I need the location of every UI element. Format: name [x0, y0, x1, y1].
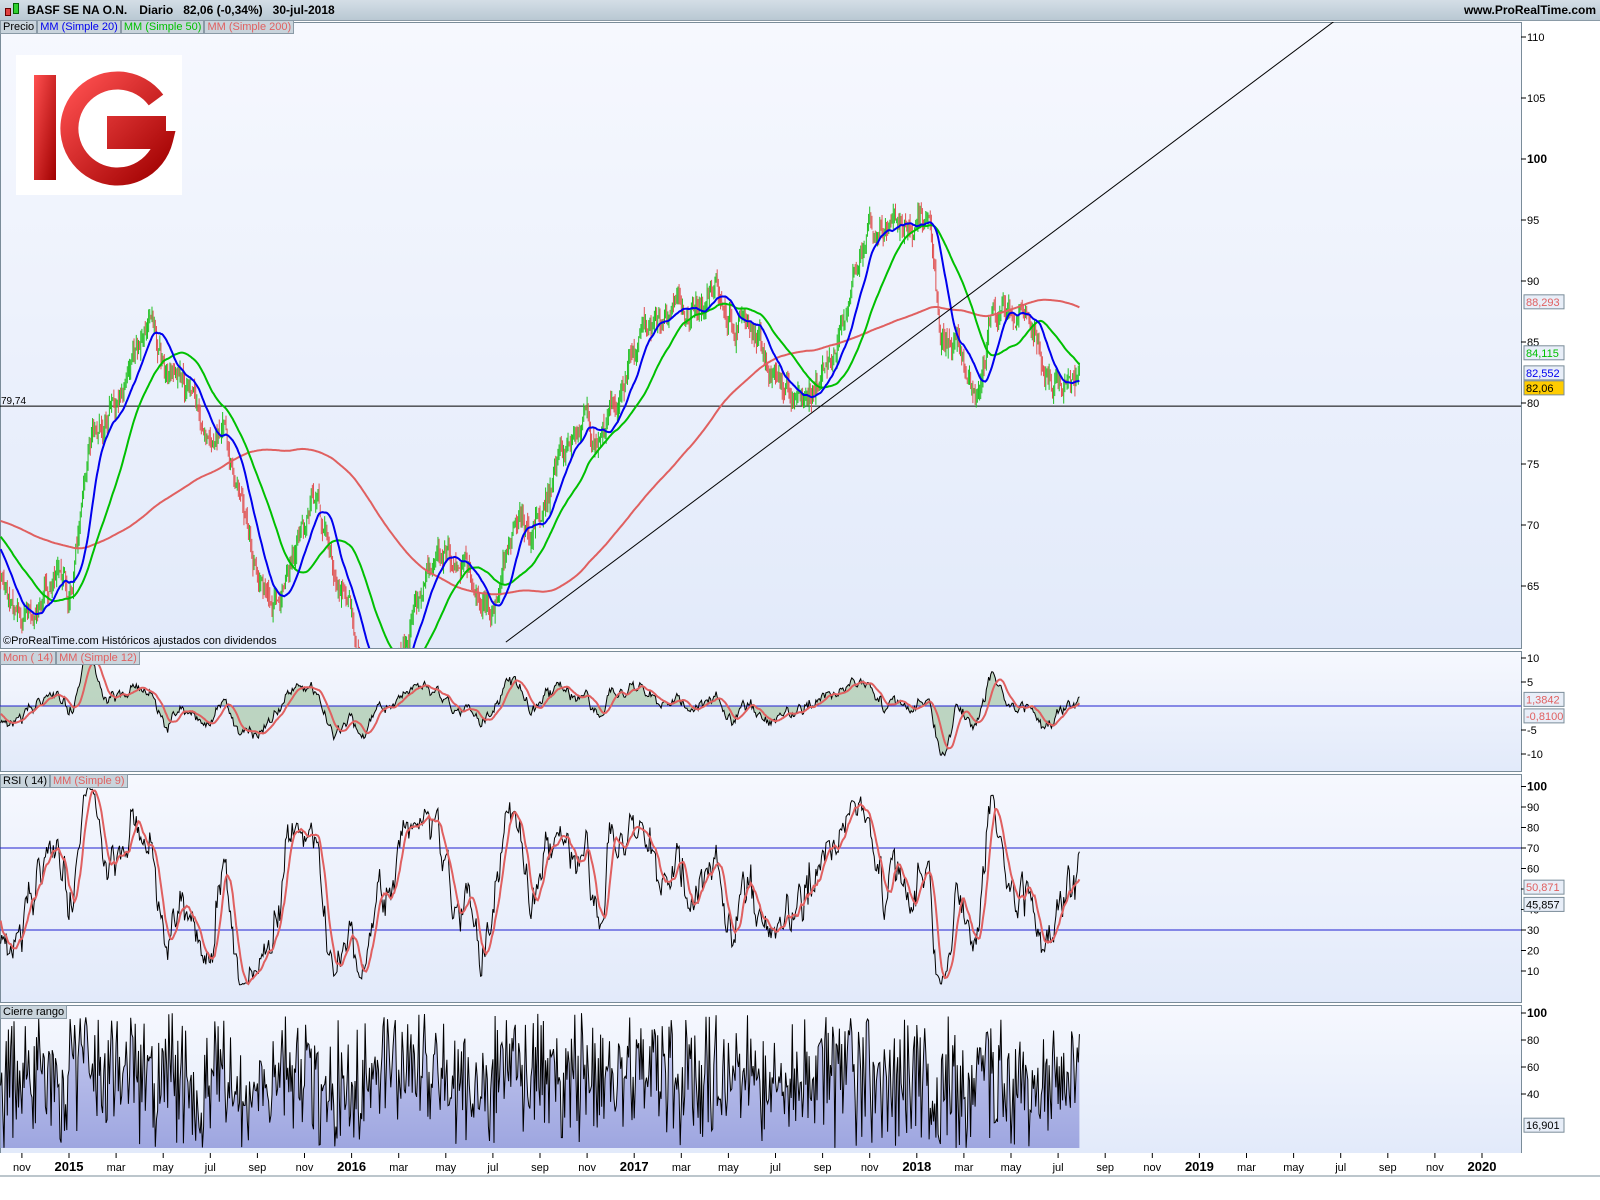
rsi-tick-label: 100 — [1527, 780, 1547, 794]
time-label: sep — [814, 1162, 832, 1174]
rsi-tick-label: 60 — [1527, 864, 1539, 876]
legend-rsi-ma[interactable]: MM (Simple 9) — [50, 774, 128, 788]
legend-ma200[interactable]: MM (Simple 200) — [204, 20, 295, 34]
rsi-tick-label: 70 — [1527, 843, 1539, 855]
time-label: 2020 — [1468, 1159, 1497, 1174]
time-label: may — [153, 1162, 174, 1174]
time-label: mar — [107, 1162, 126, 1174]
rsi-value: 45,857 — [1526, 899, 1560, 911]
price-tick-label: 90 — [1527, 276, 1539, 288]
rsi-legend: RSI ( 14) MM (Simple 9) — [0, 774, 128, 788]
time-label: jul — [486, 1162, 498, 1174]
range-legend: Cierre rango — [0, 1005, 68, 1019]
legend-ma20[interactable]: MM (Simple 20) — [37, 20, 121, 34]
mom-ma-value: -0,8100 — [1526, 711, 1563, 723]
rsi-tick-label: 10 — [1527, 966, 1539, 978]
legend-range[interactable]: Cierre rango — [0, 1005, 68, 1019]
rsi-panel — [0, 774, 1522, 1003]
time-label: 2017 — [620, 1159, 649, 1174]
chart-canvas[interactable]: 79,7411010510095908580757065105-5-101009… — [0, 0, 1600, 1200]
time-label: 2015 — [55, 1159, 84, 1174]
time-label: jul — [769, 1162, 781, 1174]
time-label: jul — [1334, 1162, 1346, 1174]
time-label: mar — [1237, 1162, 1256, 1174]
rsi-tick-label: 20 — [1527, 946, 1539, 958]
time-label: sep — [531, 1162, 549, 1174]
close-value: 82,06 — [1526, 383, 1554, 395]
price-legend: Precio MM (Simple 20) MM (Simple 50) MM … — [0, 20, 295, 34]
price-tick-label: 75 — [1527, 459, 1539, 471]
range-value: 16,901 — [1526, 1120, 1560, 1132]
mom-tick-label: 5 — [1527, 677, 1533, 689]
mom-tick-label: 10 — [1527, 653, 1539, 665]
mom-value: 1,3842 — [1526, 694, 1560, 706]
time-label: may — [1283, 1162, 1304, 1174]
legend-price[interactable]: Precio — [0, 20, 38, 34]
price-tick-label: 110 — [1527, 32, 1545, 44]
legend-ma50[interactable]: MM (Simple 50) — [120, 20, 205, 34]
time-label: may — [1001, 1162, 1022, 1174]
time-label: 2019 — [1185, 1159, 1214, 1174]
copyright-note: ©ProRealTime.com Históricos ajustados co… — [3, 635, 277, 647]
time-label: mar — [389, 1162, 408, 1174]
legend-mom-ma[interactable]: MM (Simple 12) — [56, 651, 140, 665]
time-label: jul — [1052, 1162, 1064, 1174]
time-label: nov — [1143, 1162, 1161, 1174]
momentum-legend: Mom ( 14) MM (Simple 12) — [0, 651, 140, 665]
time-label: may — [718, 1162, 739, 1174]
time-label: nov — [296, 1162, 314, 1174]
time-label: jul — [204, 1162, 216, 1174]
legend-mom[interactable]: Mom ( 14) — [0, 651, 57, 665]
time-label: mar — [672, 1162, 691, 1174]
time-label: nov — [578, 1162, 596, 1174]
ma200-value: 88,293 — [1526, 297, 1560, 309]
price-tick-label: 80 — [1527, 398, 1539, 410]
legend-rsi[interactable]: RSI ( 14) — [0, 774, 51, 788]
ig-logo — [16, 55, 182, 195]
price-tick-label: 65 — [1527, 581, 1539, 593]
time-label: mar — [954, 1162, 973, 1174]
rsi-tick-label: 80 — [1527, 823, 1539, 835]
time-label: nov — [861, 1162, 879, 1174]
ma50-value: 84,115 — [1526, 348, 1559, 360]
price-tick-label: 70 — [1527, 520, 1539, 532]
time-label: 2016 — [337, 1159, 366, 1174]
range-tick-label: 60 — [1527, 1062, 1539, 1074]
rsi-ma-value: 50,871 — [1526, 882, 1560, 894]
time-label: may — [435, 1162, 456, 1174]
ma20-value: 82,552 — [1526, 368, 1560, 380]
rsi-tick-label: 90 — [1527, 802, 1539, 814]
time-label: sep — [1379, 1162, 1397, 1174]
range-tick-label: 40 — [1527, 1089, 1539, 1101]
time-label: 2018 — [902, 1159, 931, 1174]
mom-tick-label: -10 — [1527, 749, 1543, 761]
support-label: 79,74 — [1, 396, 26, 407]
time-label: sep — [249, 1162, 267, 1174]
time-label: sep — [1096, 1162, 1114, 1174]
price-tick-label: 100 — [1527, 152, 1547, 166]
range-tick-label: 80 — [1527, 1035, 1539, 1047]
price-tick-label: 105 — [1527, 93, 1545, 105]
price-tick-label: 95 — [1527, 215, 1539, 227]
mom-tick-label: -5 — [1527, 725, 1537, 737]
time-label: nov — [13, 1162, 31, 1174]
rsi-tick-label: 30 — [1527, 925, 1539, 937]
time-label: nov — [1426, 1162, 1444, 1174]
range-tick-label: 100 — [1527, 1006, 1547, 1020]
